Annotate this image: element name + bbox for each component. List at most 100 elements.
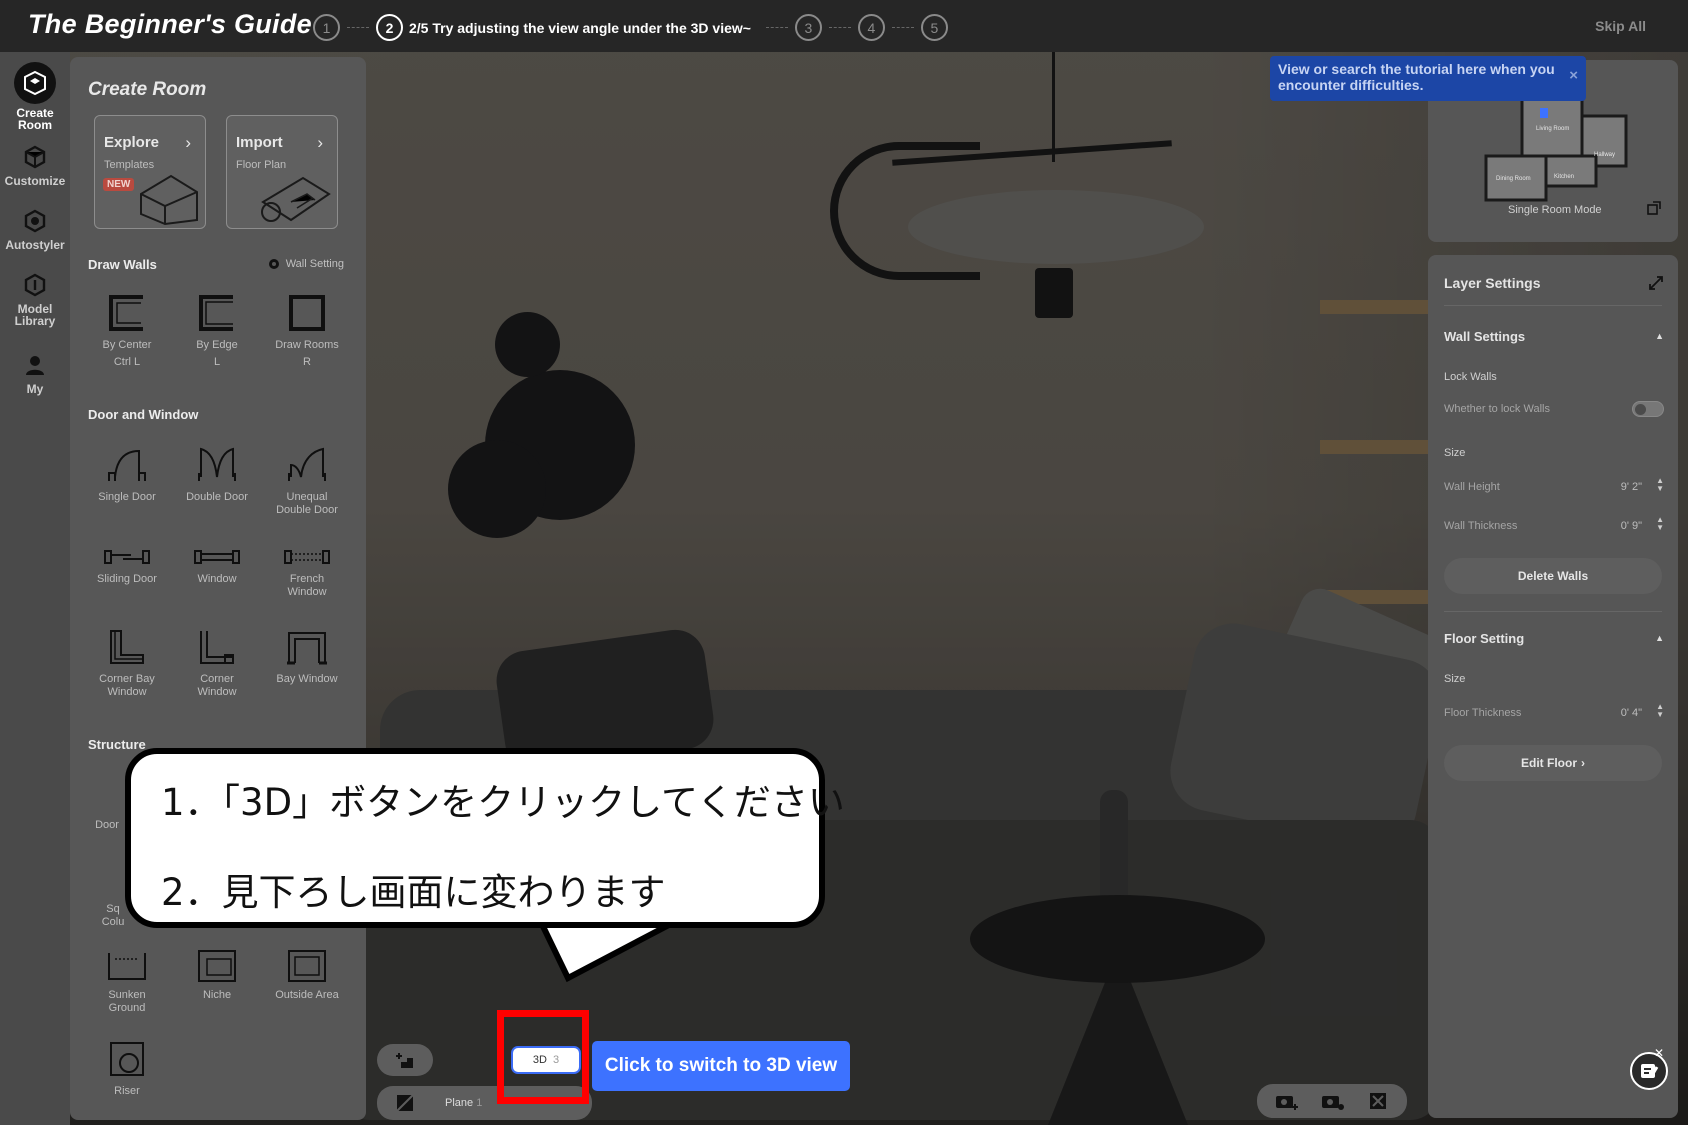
bay-window-icon <box>287 632 327 665</box>
rail-item-my[interactable]: My <box>0 350 70 395</box>
window-icon <box>194 550 240 564</box>
explore-templates-card[interactable]: Explore › Templates NEW <box>94 115 206 229</box>
divider <box>1444 305 1662 306</box>
tool-outside-area[interactable]: Outside Area <box>262 949 352 1002</box>
stairs-icon <box>396 1053 413 1068</box>
tool-label: Sunken Ground <box>108 989 146 1014</box>
tool-label: Corner Bay Window <box>99 673 155 698</box>
add-view-button[interactable] <box>377 1044 433 1076</box>
close-icon[interactable]: × <box>1569 68 1578 84</box>
stepper-icon[interactable]: ▲ ▼ <box>1656 703 1664 719</box>
fullscreen-icon[interactable] <box>1369 1092 1387 1110</box>
tool-label: Sliding Door <box>97 573 157 585</box>
step-3[interactable]: 3 <box>794 14 822 41</box>
step-5[interactable]: 5 <box>920 14 948 41</box>
tool-corner-bay-window[interactable]: Corner Bay Window <box>82 627 172 699</box>
autostyler-icon <box>20 206 50 236</box>
room-label: Hallway <box>1594 152 1616 158</box>
tool-window[interactable]: Window <box>172 547 262 586</box>
close-icon[interactable]: ✕ <box>1654 1046 1664 1060</box>
wall-setting-link[interactable]: Wall Setting <box>267 257 344 271</box>
expand-icon[interactable] <box>1648 275 1664 291</box>
step-2[interactable]: 2 <box>376 14 403 41</box>
tool-square-column-partial[interactable]: Sq Colu <box>98 903 128 929</box>
tool-single-door[interactable]: Single Door <box>82 445 172 504</box>
delete-walls-button[interactable]: Delete Walls <box>1444 558 1662 594</box>
rail-label: My <box>26 382 44 396</box>
skip-all-button[interactable]: Skip All <box>1595 18 1646 34</box>
rail-item-customize[interactable]: Customize <box>0 142 70 187</box>
tool-label: French Window <box>287 573 327 598</box>
wall-height-label: Wall Height <box>1444 481 1500 493</box>
tool-double-door[interactable]: Double Door <box>172 445 262 504</box>
import-floor-plan-card[interactable]: Import › Floor Plan <box>226 115 338 229</box>
customize-icon <box>20 142 50 172</box>
single-room-mode-toggle[interactable]: Single Room Mode <box>1508 204 1602 216</box>
tool-sunken-ground[interactable]: Sunken Ground <box>82 949 172 1015</box>
edit-floor-button[interactable]: Edit Floor › <box>1444 745 1662 781</box>
tool-label: Corner Window <box>197 673 237 698</box>
tool-shortcut: R <box>303 356 311 368</box>
rail-item-autostyler[interactable]: Autostyler <box>0 206 70 251</box>
edit-floor-label: Edit Floor <box>1521 756 1577 770</box>
tool-label: By Edge <box>196 339 238 351</box>
stepper-icon[interactable]: ▲ ▼ <box>1656 477 1664 493</box>
step-indicator: 1 2 2/5 Try adjusting the view angle und… <box>313 14 948 41</box>
lock-walls-toggle[interactable] <box>1632 401 1664 417</box>
callout-line-1: 1．「3D」ボタンをクリックしてください <box>161 781 845 824</box>
plane-view-icon[interactable] <box>395 1093 415 1113</box>
camera-settings-icon[interactable] <box>1321 1092 1345 1110</box>
niche-icon <box>198 950 236 982</box>
tool-niche[interactable]: Niche <box>172 949 262 1002</box>
tool-by-center[interactable]: By Center Ctrl L <box>82 293 172 369</box>
tool-label: Riser <box>114 1085 140 1097</box>
wall-thickness-input[interactable]: 0' 9" <box>1621 520 1642 532</box>
wall-edge-icon <box>199 295 233 331</box>
tool-label: By Center <box>102 339 152 351</box>
tool-unequal-double-door[interactable]: Unequal Double Door <box>262 445 352 517</box>
popout-icon[interactable] <box>1646 200 1662 216</box>
corner-bay-window-icon <box>110 630 144 664</box>
plane-shortcut: 1 <box>476 1097 483 1109</box>
new-badge: NEW <box>103 178 135 191</box>
collapse-icon[interactable]: ▲ <box>1655 633 1664 643</box>
lock-walls-description: Whether to lock Walls <box>1444 403 1550 415</box>
tool-draw-rooms[interactable]: Draw Rooms R <box>262 293 352 369</box>
tool-label: Bay Window <box>276 673 338 685</box>
rail-label: Create Room <box>16 106 54 132</box>
step-4[interactable]: 4 <box>857 14 885 41</box>
rail-label: Customize <box>4 174 66 188</box>
divider <box>1444 611 1662 612</box>
tool-riser[interactable]: Riser <box>82 1039 172 1098</box>
wall-thickness-label: Wall Thickness <box>1444 520 1518 532</box>
tool-corner-window[interactable]: Corner Window <box>172 627 262 699</box>
stepper-icon[interactable]: ▲ ▼ <box>1656 516 1664 532</box>
camera-tools <box>1257 1084 1407 1118</box>
step-1[interactable]: 1 <box>313 14 340 41</box>
camera-add-icon[interactable] <box>1275 1092 1299 1110</box>
plane-view-button[interactable]: Plane 1 <box>445 1097 482 1109</box>
tool-label: Draw Rooms <box>275 339 339 351</box>
tutorial-tip: View or search the tutorial here when yo… <box>1270 56 1586 101</box>
outside-area-icon <box>288 950 326 982</box>
rail-item-model-library[interactable]: Model Library <box>0 270 70 327</box>
riser-icon <box>110 1042 144 1076</box>
model-library-icon <box>20 270 50 300</box>
chevron-right-icon: › <box>1581 756 1585 770</box>
room-label: Dining Room <box>1496 176 1531 182</box>
current-step-text: 2/5 Try adjusting the view angle under t… <box>409 19 751 36</box>
tool-sliding-door[interactable]: Sliding Door <box>82 547 172 586</box>
unequal-double-door-icon <box>288 447 326 481</box>
lock-walls-label: Lock Walls <box>1444 371 1497 383</box>
floor-plan-thumbnail <box>1484 94 1628 202</box>
tool-by-edge[interactable]: By Edge L <box>172 293 262 369</box>
collapse-icon[interactable]: ▲ <box>1655 331 1664 341</box>
floor-thickness-input[interactable]: 0' 4" <box>1621 707 1642 719</box>
step-divider <box>891 27 914 28</box>
house-icon <box>140 174 198 226</box>
tool-french-window[interactable]: French Window <box>262 547 352 599</box>
wall-size-label: Size <box>1444 447 1466 459</box>
wall-height-input[interactable]: 9' 2" <box>1621 481 1642 493</box>
tool-bay-window[interactable]: Bay Window <box>262 627 352 686</box>
rail-item-create-room[interactable]: Create Room <box>0 62 70 131</box>
